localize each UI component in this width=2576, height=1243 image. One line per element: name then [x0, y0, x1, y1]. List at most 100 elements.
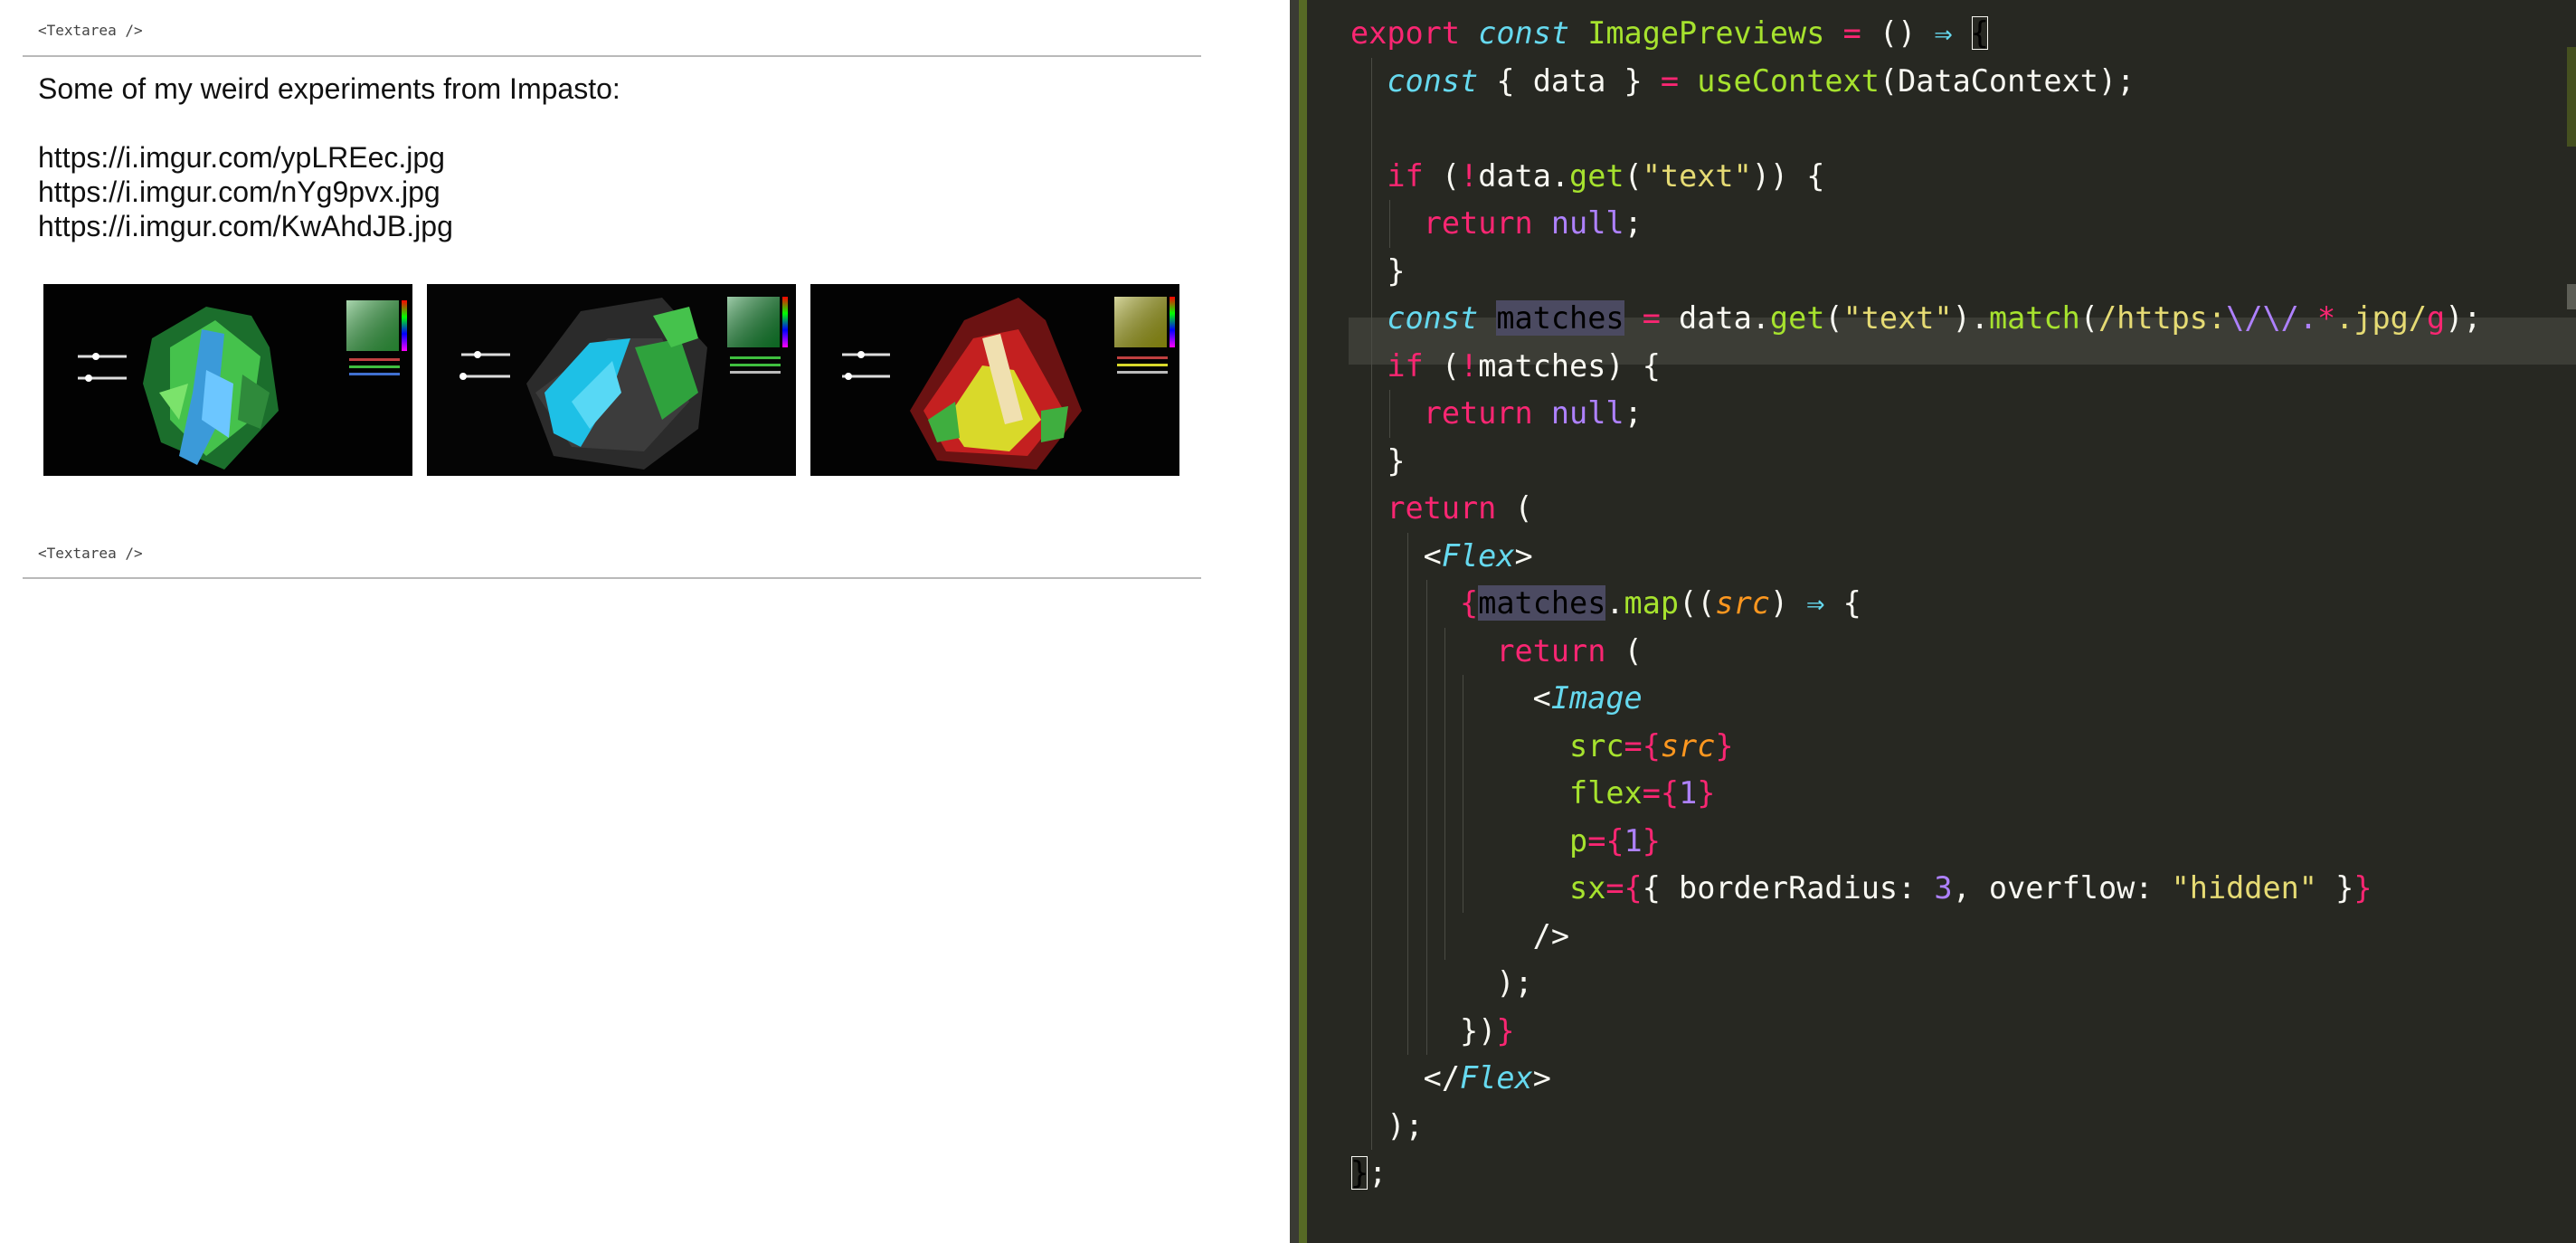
code-token: } — [1350, 252, 1406, 289]
code-token: { — [1460, 585, 1479, 621]
code-token: src — [1715, 585, 1770, 621]
code-token: ( — [1824, 300, 1843, 336]
code-line: })} — [1350, 1008, 1515, 1055]
code-token: g — [2427, 300, 2446, 336]
code-token: matches — [1496, 300, 1624, 336]
code-token: < — [1350, 680, 1551, 716]
code-token: export — [1350, 15, 1461, 51]
indent-guide — [1389, 390, 1391, 438]
code-token: const — [1387, 62, 1479, 99]
code-line: const { data } = useContext(DataContext)… — [1350, 58, 2135, 105]
code-token: { — [1605, 822, 1624, 859]
code-line: </Flex> — [1350, 1055, 1551, 1102]
code-token: matches) { — [1478, 347, 1661, 384]
code-token: matches — [1478, 585, 1606, 621]
code-token: )) { — [1751, 157, 1825, 194]
code-token: .jpg/ — [2335, 300, 2428, 336]
code-token: (( — [1679, 585, 1716, 621]
code-line: return null; — [1350, 200, 1643, 247]
code-token: ⇒ — [1934, 15, 1953, 51]
code-token: , overflow: — [1952, 870, 2172, 906]
code-line: /> — [1350, 913, 1569, 960]
code-token: ! — [1460, 347, 1479, 384]
code-line: <Flex> — [1350, 533, 1533, 580]
code-line: export const ImagePreviews = () ⇒ { — [1350, 10, 1989, 57]
preview-pane: <Textarea /> Some of my weird experiment… — [0, 0, 1290, 1243]
code-line: } — [1350, 248, 1406, 295]
code-line: p={1} — [1350, 818, 1661, 865]
minimap-highlight — [2567, 47, 2576, 147]
indent-guide — [1425, 580, 1427, 1055]
code-token: "text" — [1842, 300, 1953, 336]
code-token: } — [2353, 870, 2372, 906]
image-preview-KwAhdJB — [810, 284, 1179, 476]
code-line: }; — [1350, 1150, 1387, 1197]
code-token: } — [1350, 1155, 1369, 1191]
scrollbar-thumb[interactable] — [2567, 284, 2576, 309]
modified-lines-gutter — [1299, 0, 1307, 1243]
code-token: ( — [1423, 157, 1461, 194]
code-token: ! — [1460, 157, 1479, 194]
code-line: flex={1} — [1350, 770, 1715, 817]
code-token: return — [1496, 632, 1606, 669]
code-token: = — [1842, 15, 1861, 51]
code-token: } — [2316, 870, 2354, 906]
code-line: return ( — [1350, 628, 1643, 675]
code-line: ); — [1350, 960, 1533, 1007]
code-token: 3 — [1934, 870, 1953, 906]
code-token: > — [1532, 1060, 1551, 1096]
code-token: { — [1824, 585, 1861, 621]
code-token: ( — [2079, 300, 2098, 336]
code-token: ; — [1368, 1155, 1387, 1191]
code-token: get — [1569, 157, 1624, 194]
code-token: ); — [2445, 300, 2482, 336]
indent-guide — [1389, 200, 1391, 248]
code-line: sx={{ borderRadius: 3, overflow: "hidden… — [1350, 865, 2372, 912]
code-token: ⇒ — [1806, 585, 1825, 621]
code-line: if (!data.get("text")) { — [1350, 153, 1824, 200]
code-token: = — [1642, 300, 1661, 336]
code-token: } — [1642, 822, 1661, 859]
code-token: > — [1514, 537, 1533, 574]
code-token: "text" — [1642, 157, 1752, 194]
code-token: = — [1660, 62, 1680, 99]
code-token: ); — [1350, 1107, 1424, 1143]
code-token: useContext — [1697, 62, 1880, 99]
code-token: } — [1350, 442, 1406, 479]
code-token: ); — [1350, 965, 1533, 1001]
pane-splitter[interactable] — [1290, 0, 1299, 1243]
textarea-line-intro: Some of my weird experiments from Impast… — [38, 72, 620, 105]
code-token: Flex — [1441, 537, 1515, 574]
code-token: flex — [1569, 775, 1643, 811]
code-token: const — [1387, 300, 1479, 336]
code-token: return — [1423, 395, 1533, 431]
textarea-divider-2 — [23, 577, 1201, 579]
code-line: return ( — [1350, 485, 1532, 532]
code-token: { — [1660, 775, 1680, 811]
code-token: ( — [1605, 632, 1643, 669]
code-line: } — [1350, 438, 1406, 485]
code-token: Image — [1550, 680, 1643, 716]
code-token: = — [1642, 775, 1661, 811]
code-editor[interactable]: export const ImagePreviews = () ⇒ { cons… — [1299, 0, 2576, 1243]
code-line: if (!matches) { — [1350, 343, 1661, 390]
code-token: ) — [1769, 585, 1807, 621]
textarea-line-url-3: https://i.imgur.com/KwAhdJB.jpg — [38, 210, 453, 242]
code-token: data. — [1660, 300, 1770, 336]
code-token: } — [1496, 1012, 1515, 1048]
code-token: = — [1624, 727, 1643, 764]
textarea-line-url-1: https://i.imgur.com/ypLREec.jpg — [38, 141, 445, 174]
textarea-label: <Textarea /> — [38, 22, 143, 39]
indent-guide — [1444, 627, 1445, 960]
